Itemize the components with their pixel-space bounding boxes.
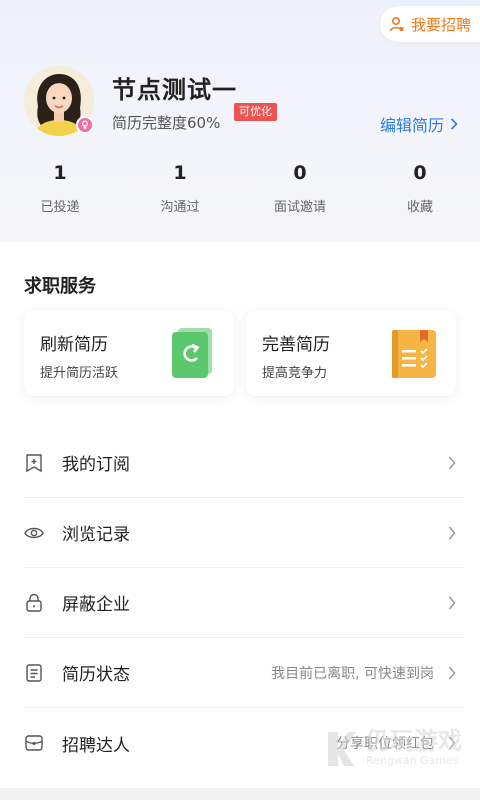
edit-resume-link[interactable]: 编辑简历 — [380, 112, 458, 136]
person-icon — [389, 16, 404, 32]
menu-label: 屏蔽企业 — [62, 595, 130, 615]
edit-resume-label: 编辑简历 — [379, 116, 444, 135]
chevron-right-icon — [448, 596, 456, 609]
refresh-resume-card[interactable]: 刷新简历 提升简历活跃 — [24, 310, 234, 396]
chevron-right-icon — [450, 118, 458, 130]
stat-interview-invites[interactable]: 0 面试邀请 — [240, 162, 360, 218]
menu-list: 我的订阅 浏览记录 屏蔽企业 简历状态 我目前已离职, 可快速到岗 招聘达人 分… — [0, 428, 480, 778]
card-title: 完善简历 — [262, 335, 330, 355]
chevron-right-icon — [448, 456, 456, 469]
watermark-text: 仍玩游戏 — [366, 727, 462, 755]
stat-applied[interactable]: 1 已投递 — [0, 162, 120, 218]
card-subtitle: 提升简历活跃 — [40, 366, 119, 381]
resume-book-icon — [392, 330, 436, 378]
stat-value: 1 — [53, 162, 67, 184]
stats-row: 1 已投递 1 沟通过 0 面试邀请 0 收藏 — [0, 162, 480, 218]
card-subtitle: 提高竞争力 — [262, 366, 328, 381]
recruit-button[interactable]: 我要招聘 — [380, 6, 480, 42]
watermark-subtext: Rengwan Games — [366, 754, 459, 767]
menu-item-resume-status[interactable]: 简历状态 我目前已离职, 可快速到岗 — [24, 638, 464, 708]
stat-value: 0 — [413, 162, 427, 184]
eye-icon — [24, 527, 44, 538]
service-cards: 刷新简历 提升简历活跃 完善简历 提高竞争力 — [24, 310, 456, 396]
wallet-icon — [25, 735, 43, 751]
job-services-title: 求职服务 — [24, 276, 96, 297]
stat-label: 已投递 — [40, 200, 80, 215]
refresh-icon — [172, 328, 212, 378]
female-gender-icon — [76, 116, 94, 134]
menu-label: 我的订阅 — [62, 455, 130, 475]
menu-item-blocked-companies[interactable]: 屏蔽企业 — [24, 568, 464, 638]
menu-value: 我目前已离职, 可快速到岗 — [271, 665, 434, 682]
stat-label: 沟通过 — [160, 200, 200, 215]
recruit-label: 我要招聘 — [410, 15, 471, 34]
resume-completeness: 简历完整度60% — [112, 114, 221, 132]
chevron-right-icon — [448, 666, 456, 679]
watermark: 仍玩游戏 Rengwan Games — [324, 728, 462, 768]
watermark-logo-icon — [328, 732, 356, 766]
optimize-badge: 可优化 — [234, 103, 277, 121]
stat-label: 收藏 — [406, 200, 433, 215]
card-title: 刷新简历 — [40, 335, 108, 355]
menu-label: 简历状态 — [62, 665, 130, 685]
stat-label: 面试邀请 — [273, 200, 326, 215]
bottom-bar — [0, 788, 480, 800]
menu-item-subscriptions[interactable]: 我的订阅 — [24, 428, 464, 498]
chevron-right-icon — [448, 526, 456, 539]
document-icon — [26, 663, 42, 682]
menu-item-browse-history[interactable]: 浏览记录 — [24, 498, 464, 568]
lock-icon — [26, 593, 42, 612]
stat-value: 0 — [293, 162, 307, 184]
stat-value: 1 — [173, 162, 187, 184]
menu-label: 招聘达人 — [62, 735, 130, 756]
complete-resume-card[interactable]: 完善简历 提高竞争力 — [246, 310, 456, 396]
stat-communicated[interactable]: 1 沟通过 — [120, 162, 240, 218]
menu-label: 浏览记录 — [62, 525, 130, 545]
user-name: 节点测试一 — [112, 76, 237, 104]
bookmark-icon — [26, 453, 42, 472]
stat-favorites[interactable]: 0 收藏 — [360, 162, 480, 218]
